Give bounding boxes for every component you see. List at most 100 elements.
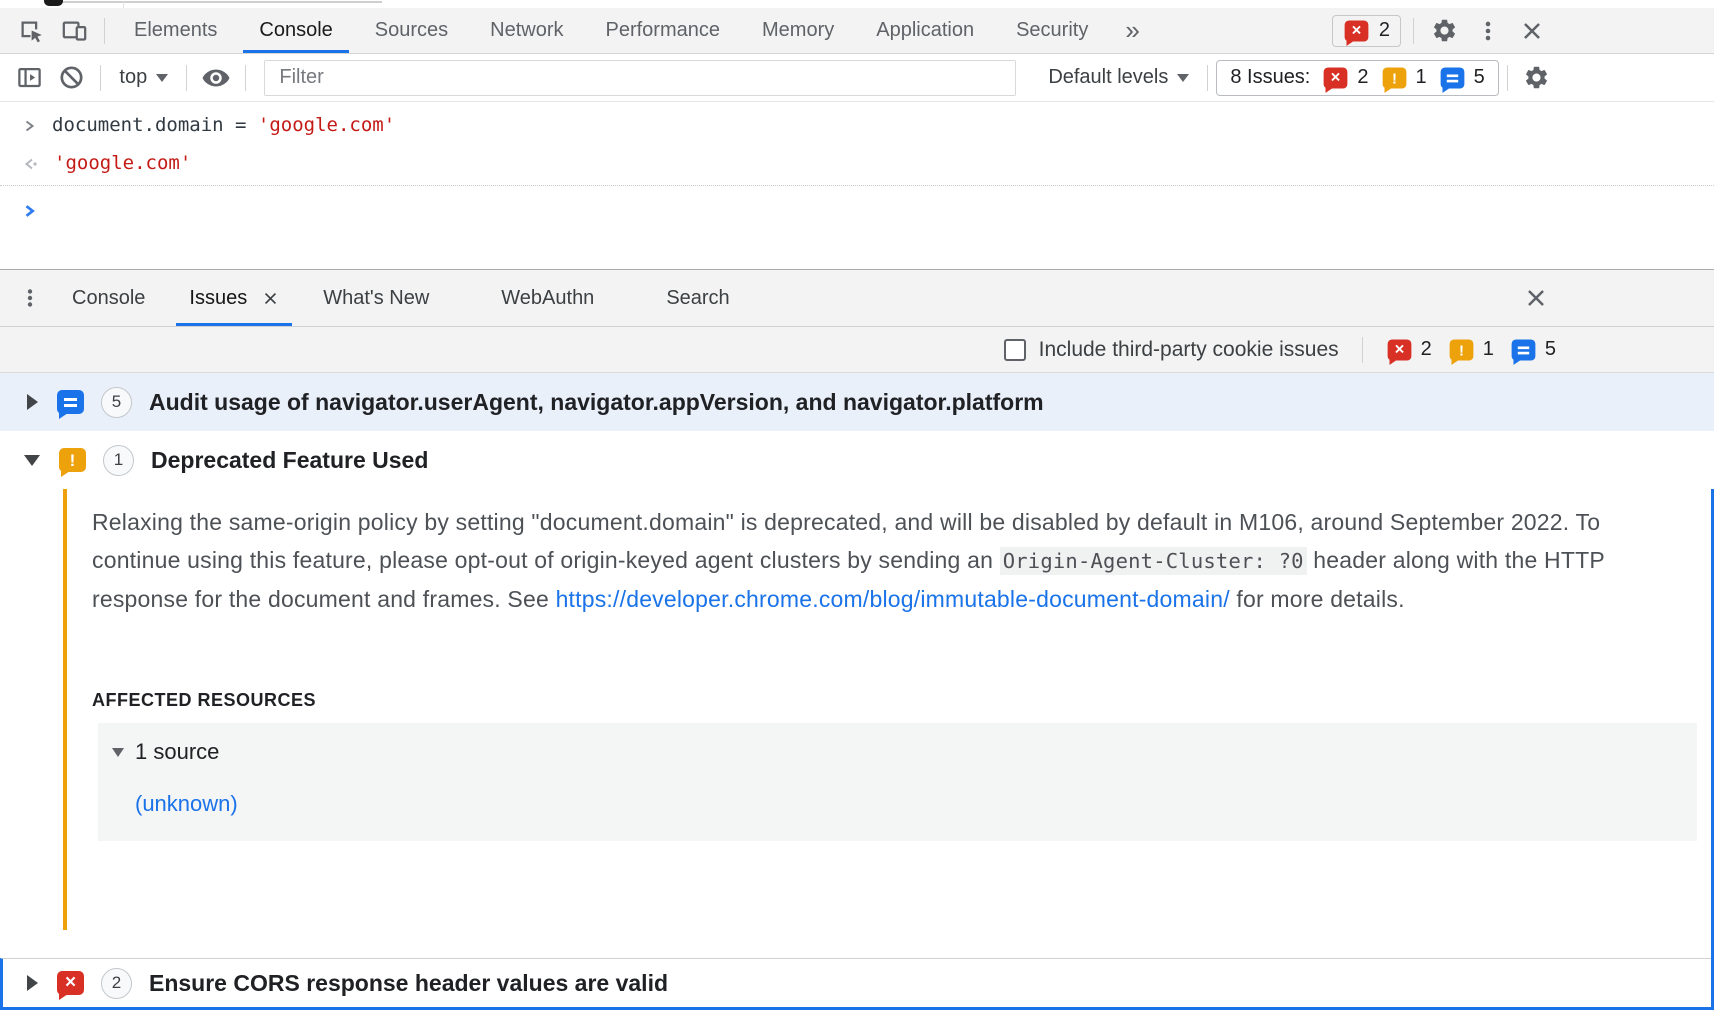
command-code: document.domain = — [52, 114, 258, 136]
message-count: 5 — [1545, 338, 1556, 361]
checkbox-label: Include third-party cookie issues — [1039, 338, 1339, 362]
close-drawer-button[interactable] — [1514, 270, 1558, 326]
collapse-triangle-icon[interactable] — [24, 455, 40, 466]
issues-counter-button[interactable]: 8 Issues: 2 1 5 — [1216, 60, 1498, 96]
chevron-down-icon — [1177, 74, 1189, 82]
drawer-tab-search[interactable]: Search — [644, 270, 751, 326]
page-content-sliver — [0, 0, 1714, 8]
device-toolbar-button[interactable] — [52, 8, 96, 53]
issues-list: 5 Audit usage of navigator.userAgent, na… — [0, 373, 1714, 1010]
drawer-tab-issues[interactable]: Issues — [167, 270, 301, 326]
sources-toggle-label: 1 source — [135, 739, 219, 765]
sources-toggle[interactable]: 1 source — [112, 739, 1697, 765]
error-bubble-icon — [1387, 339, 1411, 360]
console-sidebar-toggle-button[interactable] — [8, 64, 50, 91]
drawer-tabbar: Console Issues What's New WebAuthn Searc… — [0, 270, 1714, 326]
error-count-badge[interactable]: 2 — [1332, 15, 1401, 47]
more-options-button[interactable] — [1466, 8, 1510, 53]
clear-console-button[interactable] — [50, 64, 92, 91]
more-tabs-glyph: » — [1125, 15, 1139, 46]
third-party-cookie-checkbox-row[interactable]: Include third-party cookie issues — [1004, 338, 1339, 362]
error-count: 2 — [1379, 19, 1390, 42]
drawer-tab-webauthn[interactable]: WebAuthn — [479, 270, 616, 326]
tab-security[interactable]: Security — [995, 8, 1109, 53]
page-dark-mark — [44, 0, 63, 6]
eye-icon — [201, 63, 231, 93]
filter-input[interactable] — [264, 60, 1016, 96]
log-levels-dropdown[interactable]: Default levels — [1038, 66, 1199, 89]
context-label: top — [119, 66, 147, 89]
issue-count-badge: 2 — [101, 968, 132, 999]
warning-bubble-icon — [1449, 339, 1473, 360]
settings-button[interactable] — [1422, 8, 1466, 53]
tab-label: Security — [1016, 19, 1088, 42]
drawer-tabbar-spacer — [752, 270, 1514, 326]
tab-sources[interactable]: Sources — [354, 8, 469, 53]
console-result-row[interactable]: 'google.com' — [0, 144, 1714, 186]
checkbox-unchecked[interactable] — [1004, 339, 1026, 361]
warning-count: 1 — [1483, 338, 1494, 361]
source-link[interactable]: (unknown) — [135, 791, 238, 817]
tab-elements[interactable]: Elements — [113, 8, 238, 53]
error-bubble-icon — [57, 971, 84, 995]
console-toolbar: top Default levels 8 Issues: 2 1 5 — [0, 54, 1714, 102]
issue-row-cors-headers[interactable]: 2 Ensure CORS response header values are… — [0, 958, 1711, 1007]
issue-row-deprecated-feature[interactable]: 1 Deprecated Feature Used — [0, 431, 1714, 489]
toolbar-divider — [104, 18, 105, 44]
command-chevron-icon — [22, 118, 37, 134]
tab-label: Memory — [762, 19, 834, 42]
tab-label: Application — [876, 19, 974, 42]
console-sidebar-icon — [16, 64, 43, 91]
kebab-menu-icon — [18, 286, 42, 310]
page-edge-line — [60, 1, 382, 3]
tab-console[interactable]: Console — [238, 8, 353, 53]
drawer-tab-console[interactable]: Console — [50, 270, 167, 326]
close-icon — [1519, 18, 1545, 44]
kebab-menu-icon — [1475, 18, 1501, 44]
details-link[interactable]: https://developer.chrome.com/blog/immuta… — [556, 586, 1230, 612]
issue-row-audit-navigator[interactable]: 5 Audit usage of navigator.userAgent, na… — [0, 373, 1714, 431]
tab-label: Console — [259, 19, 332, 42]
tab-memory[interactable]: Memory — [741, 8, 855, 53]
tab-network[interactable]: Network — [469, 8, 584, 53]
close-devtools-button[interactable] — [1510, 8, 1554, 53]
close-icon — [262, 290, 279, 307]
issues-error-count: 2 — [1357, 66, 1368, 89]
prompt-chevron-icon — [22, 203, 37, 219]
expand-triangle-icon[interactable] — [27, 975, 38, 991]
devtools-main-tabbar: Elements Console Sources Network Perform… — [0, 8, 1714, 54]
drawer-tab-label: What's New — [323, 287, 429, 310]
issue-title: Deprecated Feature Used — [151, 447, 428, 474]
tab-label: Network — [490, 19, 563, 42]
chevron-down-icon — [156, 74, 168, 82]
inspect-cursor-icon — [17, 17, 44, 44]
tab-performance[interactable]: Performance — [585, 8, 742, 53]
close-issues-tab-button[interactable] — [262, 290, 279, 307]
console-command-row[interactable]: document.domain = 'google.com' — [0, 106, 1714, 144]
console-settings-button[interactable] — [1516, 64, 1558, 91]
expand-triangle-icon[interactable] — [27, 394, 38, 410]
drawer-menu-button[interactable] — [10, 270, 50, 326]
error-bubble-icon — [1324, 67, 1348, 88]
more-tabs-button[interactable]: » — [1109, 8, 1155, 53]
issues-counter-label: 8 Issues: — [1230, 66, 1310, 89]
error-bubble-icon — [1344, 20, 1368, 41]
toolbar-divider — [1362, 337, 1363, 363]
context-selector[interactable]: top — [109, 66, 178, 89]
issue-title: Ensure CORS response header values are v… — [149, 970, 668, 997]
drawer-tab-whats-new[interactable]: What's New — [301, 270, 451, 326]
toolbar-divider — [1507, 65, 1508, 91]
live-expression-button[interactable] — [195, 63, 237, 93]
drawer-tab-label: Console — [72, 287, 145, 310]
result-string: 'google.com' — [54, 152, 191, 174]
issue-title: Audit usage of navigator.userAgent, navi… — [149, 389, 1044, 416]
drawer-tab-label: WebAuthn — [501, 287, 594, 310]
tab-label: Performance — [606, 19, 721, 42]
clear-console-icon — [58, 64, 85, 91]
issue-count-badge: 5 — [101, 387, 132, 418]
issue-focus-outline: Relaxing the same-origin policy by setti… — [0, 489, 1714, 1010]
inspect-element-button[interactable] — [8, 8, 52, 53]
tab-application[interactable]: Application — [855, 8, 995, 53]
drawer-tab-label: Search — [666, 287, 729, 310]
console-prompt-row[interactable] — [0, 186, 1714, 227]
